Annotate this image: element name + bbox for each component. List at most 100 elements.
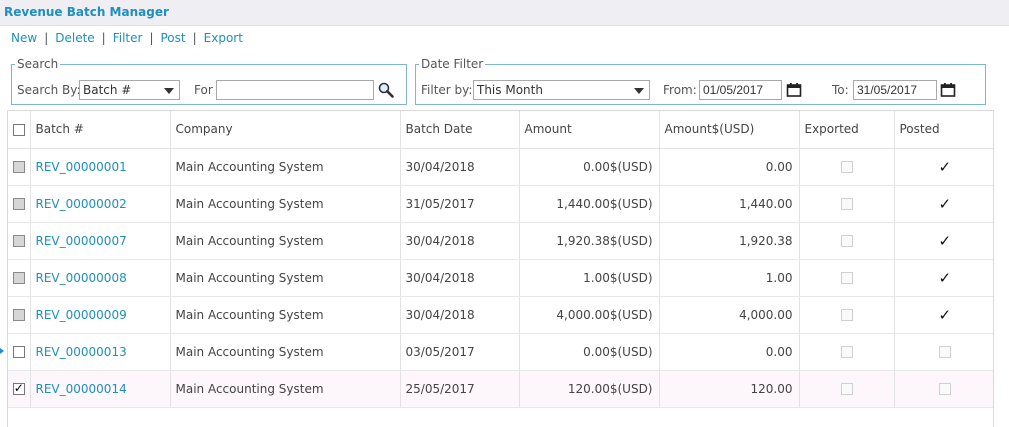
table-row[interactable]: REV_00000002 Main Accounting System 31/05/… bbox=[8, 185, 993, 223]
company-cell: Main Accounting System bbox=[170, 185, 401, 223]
filter-link[interactable]: Filter bbox=[113, 31, 143, 45]
from-date-input[interactable] bbox=[699, 80, 782, 100]
col-exported[interactable]: Exported bbox=[799, 111, 895, 149]
row-select-checkbox[interactable] bbox=[12, 161, 25, 173]
batch-date-cell: 30/04/2018 bbox=[400, 222, 520, 260]
col-batch[interactable]: Batch # bbox=[30, 111, 171, 149]
company-cell: Main Accounting System bbox=[170, 370, 401, 408]
batch-link[interactable]: REV_00000001 bbox=[36, 160, 127, 174]
row-select-checkbox[interactable] bbox=[12, 235, 25, 247]
posted-check-icon: ✓ bbox=[938, 194, 952, 213]
page-title: Revenue Batch Manager bbox=[4, 5, 169, 19]
exported-checkbox bbox=[840, 161, 853, 173]
batch-date-cell: 31/05/2017 bbox=[400, 185, 520, 223]
calendar-icon[interactable] bbox=[785, 81, 803, 99]
company-cell: Main Accounting System bbox=[170, 148, 401, 186]
col-company[interactable]: Company bbox=[170, 111, 401, 149]
exported-checkbox bbox=[840, 198, 853, 210]
select-all-checkbox[interactable] bbox=[12, 123, 25, 136]
company-cell: Main Accounting System bbox=[170, 222, 401, 260]
filter-by-select[interactable]: This Month bbox=[473, 80, 650, 100]
row-select-checkbox[interactable] bbox=[12, 381, 25, 395]
table-row[interactable]: REV_00000001 Main Accounting System 30/04/… bbox=[8, 148, 993, 186]
posted-check-icon: ✓ bbox=[938, 268, 952, 287]
exported-checkbox bbox=[840, 383, 853, 395]
amount-usd-cell: 4,000.00 bbox=[659, 296, 800, 334]
search-by-label: Search By: bbox=[17, 83, 81, 97]
exported-checkbox bbox=[840, 346, 853, 358]
table-body: REV_00000001 Main Accounting System 30/04/… bbox=[8, 148, 993, 408]
col-amount-usd[interactable]: Amount$(USD) bbox=[659, 111, 800, 149]
posted-check-icon: ✓ bbox=[938, 305, 952, 324]
export-link[interactable]: Export bbox=[204, 31, 243, 45]
amount-usd-cell: 0.00 bbox=[659, 148, 800, 186]
posted-checkbox bbox=[938, 346, 951, 358]
amount-cell: 1.00$(USD) bbox=[519, 259, 660, 297]
search-input[interactable] bbox=[216, 80, 374, 100]
to-label: To: bbox=[832, 83, 849, 97]
chevron-down-icon bbox=[164, 88, 174, 94]
search-by-value: Batch # bbox=[83, 83, 132, 97]
company-cell: Main Accounting System bbox=[170, 296, 401, 334]
amount-cell: 0.00$(USD) bbox=[519, 333, 660, 371]
from-label: From: bbox=[663, 83, 697, 97]
table-row[interactable]: REV_00000014 Main Accounting System25/05/… bbox=[8, 370, 993, 408]
batch-link[interactable]: REV_00000013 bbox=[36, 345, 127, 359]
batch-link[interactable]: REV_00000008 bbox=[36, 271, 127, 285]
row-select-checkbox[interactable] bbox=[12, 198, 25, 210]
col-batch-date[interactable]: Batch Date bbox=[400, 111, 520, 149]
exported-checkbox bbox=[840, 309, 853, 321]
search-by-select[interactable]: Batch # bbox=[79, 80, 180, 100]
batch-link[interactable]: REV_00000009 bbox=[36, 308, 127, 322]
company-cell: Main Accounting System bbox=[170, 333, 401, 371]
for-label: For bbox=[194, 83, 213, 97]
col-posted[interactable]: Posted bbox=[894, 111, 993, 149]
batch-link[interactable]: REV_00000014 bbox=[36, 382, 127, 396]
exported-checkbox bbox=[840, 272, 853, 284]
amount-usd-cell: 1.00 bbox=[659, 259, 800, 297]
amount-cell: 0.00$(USD) bbox=[519, 148, 660, 186]
post-link[interactable]: Post bbox=[160, 31, 185, 45]
table-header-row: Batch # Company Batch Date Amount Amount… bbox=[8, 111, 993, 149]
magnifier-icon[interactable] bbox=[377, 81, 395, 99]
title-bar: Revenue Batch Manager bbox=[0, 0, 1009, 26]
row-select-checkbox[interactable] bbox=[12, 272, 25, 284]
batch-date-cell: 03/05/2017 bbox=[400, 333, 520, 371]
amount-cell: 1,920.38$(USD) bbox=[519, 222, 660, 260]
table-row[interactable]: REV_00000009 Main Accounting System 30/04/… bbox=[8, 296, 993, 334]
amount-usd-cell: 1,440.00 bbox=[659, 185, 800, 223]
batch-grid: Batch # Company Batch Date Amount Amount… bbox=[7, 110, 994, 427]
amount-usd-cell: 1,920.38 bbox=[659, 222, 800, 260]
filter-by-value: This Month bbox=[477, 83, 543, 97]
batch-link[interactable]: REV_00000002 bbox=[36, 197, 127, 211]
row-select-checkbox[interactable] bbox=[12, 309, 25, 321]
table-row[interactable]: REV_00000008 Main Accounting System 30/04/… bbox=[8, 259, 993, 297]
calendar-icon[interactable] bbox=[939, 81, 957, 99]
table-row[interactable]: REV_00000013 Main Accounting System 03/05/… bbox=[8, 333, 993, 371]
amount-cell: 1,440.00$(USD) bbox=[519, 185, 660, 223]
col-amount[interactable]: Amount bbox=[519, 111, 660, 149]
batch-link[interactable]: REV_00000007 bbox=[36, 234, 127, 248]
new-link[interactable]: New bbox=[11, 31, 37, 45]
date-filter-legend: Date Filter bbox=[421, 57, 484, 71]
delete-link[interactable]: Delete bbox=[55, 31, 94, 45]
batch-date-cell: 30/04/2018 bbox=[400, 259, 520, 297]
search-legend: Search bbox=[17, 57, 59, 71]
action-toolbar: New | Delete | Filter | Post | Export bbox=[11, 31, 243, 45]
table-row[interactable]: REV_00000007 Main Accounting System 30/04/… bbox=[8, 222, 993, 260]
batch-date-cell: 30/04/2018 bbox=[400, 148, 520, 186]
posted-check-icon: ✓ bbox=[938, 231, 952, 250]
posted-check-icon: ✓ bbox=[938, 157, 952, 176]
batch-date-cell: 25/05/2017 bbox=[400, 370, 520, 408]
batch-date-cell: 30/04/2018 bbox=[400, 296, 520, 334]
amount-usd-cell: 120.00 bbox=[659, 370, 800, 408]
to-date-input[interactable] bbox=[853, 80, 937, 100]
exported-checkbox bbox=[840, 235, 853, 247]
posted-checkbox bbox=[938, 383, 951, 395]
amount-cell: 4,000.00$(USD) bbox=[519, 296, 660, 334]
amount-usd-cell: 0.00 bbox=[659, 333, 800, 371]
batch-table: Batch # Company Batch Date Amount Amount… bbox=[8, 111, 993, 408]
company-cell: Main Accounting System bbox=[170, 259, 401, 297]
row-select-checkbox[interactable] bbox=[12, 346, 25, 358]
chevron-down-icon bbox=[634, 88, 644, 94]
